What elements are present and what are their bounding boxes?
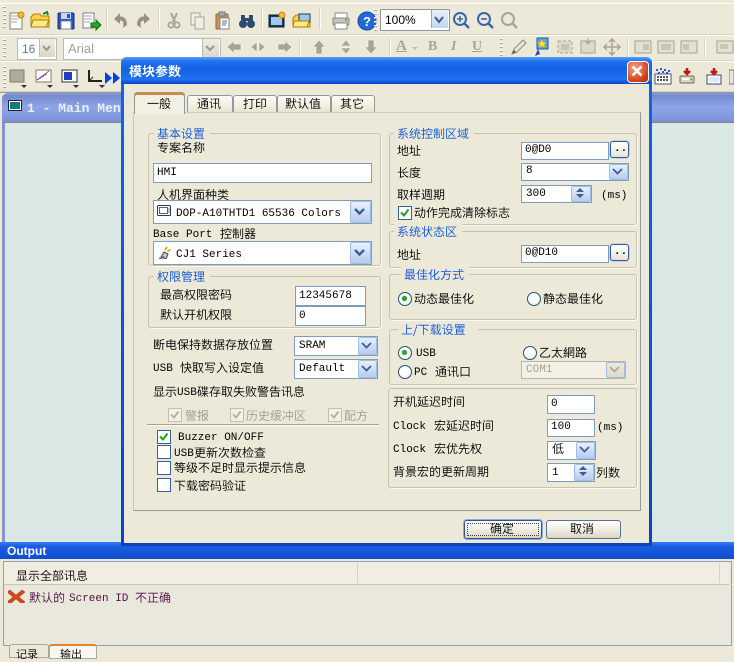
svg-text:?: ?: [363, 14, 371, 29]
